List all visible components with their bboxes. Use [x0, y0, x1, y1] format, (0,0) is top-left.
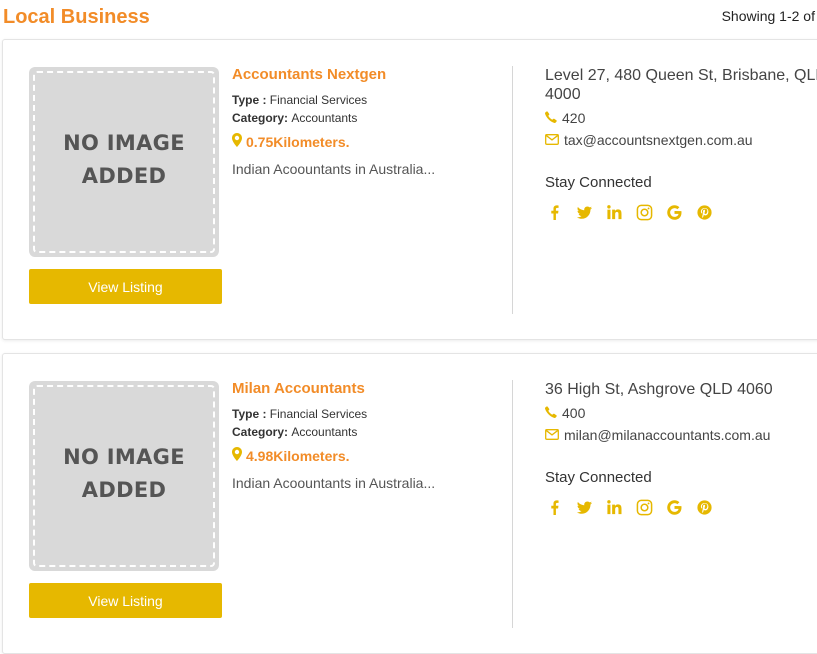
linkedin-icon[interactable] — [605, 203, 623, 221]
google-icon[interactable] — [665, 203, 683, 221]
email-link[interactable]: milan@milanaccountants.com.au — [564, 427, 770, 443]
instagram-icon[interactable] — [635, 203, 653, 221]
no-image-text: NO IMAGE ADDED — [29, 441, 219, 507]
stay-connected-heading: Stay Connected — [545, 469, 652, 486]
listing-description: Indian Acoountants in Australia... — [232, 475, 436, 491]
type-label: Type : — [232, 93, 270, 107]
envelope-icon — [545, 427, 559, 443]
stay-connected-heading: Stay Connected — [545, 174, 652, 191]
type-value: Financial Services — [269, 407, 368, 421]
listing-image-placeholder: NO IMAGE ADDED — [29, 381, 219, 571]
phone-icon — [545, 110, 557, 126]
linkedin-icon[interactable] — [605, 498, 623, 516]
page-title: Local Business — [3, 6, 150, 28]
phone-number[interactable]: 400 — [562, 405, 585, 421]
listing-card: NO IMAGE ADDED View Listing Milan Accoun… — [2, 353, 817, 654]
results-count: Showing 1-2 of — [721, 8, 815, 24]
type-label: Type : — [232, 407, 270, 421]
category-label: Category: — [232, 111, 292, 125]
category-value: Accountants — [291, 425, 358, 439]
distance-value: 4.98Kilometers. — [246, 447, 350, 464]
pinterest-icon[interactable] — [695, 203, 713, 221]
email-link[interactable]: tax@accountsnextgen.com.au — [564, 132, 753, 148]
envelope-icon — [545, 132, 559, 148]
no-image-line1: NO IMAGE — [63, 131, 185, 155]
listing-info: Milan Accountants Type : Financial Servi… — [232, 380, 502, 491]
no-image-line1: NO IMAGE — [63, 445, 185, 469]
instagram-icon[interactable] — [635, 498, 653, 516]
phone-number[interactable]: 420 — [562, 110, 585, 126]
business-name-link[interactable]: Accountants Nextgen — [232, 66, 502, 83]
business-name-link[interactable]: Milan Accountants — [232, 380, 502, 397]
category-value: Accountants — [291, 111, 358, 125]
phone-row: 420 — [545, 110, 817, 126]
listing-category: Category: Accountants — [232, 423, 502, 441]
email-row: tax@accountsnextgen.com.au — [545, 132, 817, 148]
google-icon[interactable] — [665, 498, 683, 516]
contact-info: 36 High St, Ashgrove QLD 4060 400 milan@… — [545, 380, 817, 516]
phone-icon — [545, 405, 557, 421]
listing-image-placeholder: NO IMAGE ADDED — [29, 67, 219, 257]
facebook-icon[interactable] — [545, 203, 563, 221]
listing-description: Indian Acoountants in Australia... — [232, 161, 436, 177]
twitter-icon[interactable] — [575, 203, 593, 221]
divider — [512, 380, 513, 628]
phone-row: 400 — [545, 405, 817, 421]
listing-type: Type : Financial Services — [232, 405, 502, 423]
contact-info: Level 27, 480 Queen St, Brisbane, QLD 40… — [545, 66, 817, 221]
distance: 4.98Kilometers. — [232, 447, 502, 464]
social-links — [545, 203, 817, 221]
email-row: milan@milanaccountants.com.au — [545, 427, 817, 443]
distance: 0.75Kilometers. — [232, 133, 502, 150]
no-image-text: NO IMAGE ADDED — [29, 127, 219, 193]
twitter-icon[interactable] — [575, 498, 593, 516]
address: 36 High St, Ashgrove QLD 4060 — [545, 381, 773, 398]
listing-category: Category: Accountants — [232, 109, 502, 127]
view-listing-button[interactable]: View Listing — [29, 583, 222, 618]
listing-info: Accountants Nextgen Type : Financial Ser… — [232, 66, 502, 177]
social-links — [545, 498, 817, 516]
no-image-line2: ADDED — [81, 478, 167, 502]
type-value: Financial Services — [269, 93, 368, 107]
category-label: Category: — [232, 425, 292, 439]
map-marker-icon — [232, 133, 242, 150]
facebook-icon[interactable] — [545, 498, 563, 516]
view-listing-button[interactable]: View Listing — [29, 269, 222, 304]
divider — [512, 66, 513, 314]
page-header: Local Business Showing 1-2 of — [0, 0, 817, 36]
no-image-line2: ADDED — [81, 164, 167, 188]
listing-card: NO IMAGE ADDED View Listing Accountants … — [2, 39, 817, 340]
map-marker-icon — [232, 447, 242, 464]
pinterest-icon[interactable] — [695, 498, 713, 516]
distance-value: 0.75Kilometers. — [246, 133, 350, 150]
address: Level 27, 480 Queen St, Brisbane, QLD 40… — [545, 67, 817, 103]
listing-type: Type : Financial Services — [232, 91, 502, 109]
